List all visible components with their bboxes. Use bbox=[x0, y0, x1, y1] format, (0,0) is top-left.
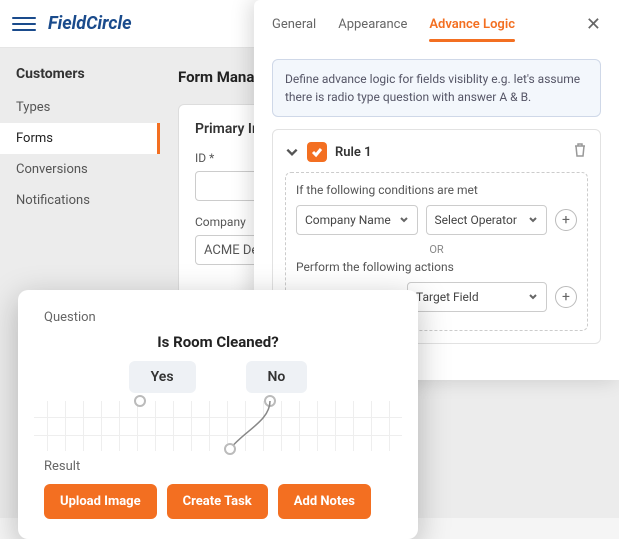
add-condition-button[interactable]: + bbox=[555, 209, 577, 231]
chevron-down-icon bbox=[399, 215, 409, 225]
tab-appearance[interactable]: Appearance bbox=[338, 17, 407, 42]
actions-title: Perform the following actions bbox=[296, 260, 577, 274]
trash-icon[interactable] bbox=[572, 142, 588, 162]
question-section-label: Question bbox=[44, 310, 392, 325]
upload-image-button[interactable]: Upload Image bbox=[44, 484, 157, 519]
tab-advance-logic[interactable]: Advance Logic bbox=[429, 17, 515, 42]
rule-checkbox[interactable] bbox=[307, 142, 327, 162]
answer-no[interactable]: No bbox=[246, 361, 308, 393]
conditions-title: If the following conditions are met bbox=[296, 183, 577, 197]
tab-general[interactable]: General bbox=[272, 17, 316, 42]
connector-dot bbox=[224, 443, 236, 455]
info-banner: Define advance logic for fields visiblit… bbox=[272, 59, 601, 117]
result-section-label: Result bbox=[44, 459, 392, 474]
question-card: Question Is Room Cleaned? Yes No Result … bbox=[18, 290, 418, 539]
brand-logo: FieldCircle bbox=[48, 13, 132, 34]
panel-tabs: General Appearance Advance Logic ✕ bbox=[254, 0, 619, 45]
operator-select-value: Select Operator bbox=[435, 213, 517, 227]
question-text: Is Room Cleaned? bbox=[44, 333, 392, 351]
sidebar-title: Customers bbox=[0, 56, 160, 92]
target-field-select[interactable]: Target Field bbox=[407, 282, 547, 312]
add-action-button[interactable]: + bbox=[555, 286, 577, 308]
close-icon[interactable]: ✕ bbox=[586, 14, 601, 45]
answer-yes[interactable]: Yes bbox=[129, 361, 196, 393]
or-label: OR bbox=[296, 243, 577, 256]
sidebar-item-notifications[interactable]: Notifications bbox=[0, 185, 160, 216]
chevron-down-icon[interactable] bbox=[285, 145, 299, 159]
target-field-value: Target Field bbox=[416, 290, 479, 304]
sidebar-item-conversions[interactable]: Conversions bbox=[0, 154, 160, 185]
field-select-value: Company Name bbox=[305, 213, 391, 227]
menu-icon[interactable] bbox=[12, 12, 36, 36]
chevron-down-icon bbox=[528, 215, 538, 225]
chevron-down-icon bbox=[528, 292, 538, 302]
rule-name: Rule 1 bbox=[335, 145, 372, 160]
sidebar-item-types[interactable]: Types bbox=[0, 92, 160, 123]
operator-select[interactable]: Select Operator bbox=[426, 205, 548, 235]
create-task-button[interactable]: Create Task bbox=[167, 484, 268, 519]
add-notes-button[interactable]: Add Notes bbox=[278, 484, 371, 519]
connector-line bbox=[34, 401, 402, 451]
flow-canvas bbox=[34, 401, 402, 451]
sidebar-item-forms[interactable]: Forms bbox=[0, 123, 160, 154]
field-select[interactable]: Company Name bbox=[296, 205, 418, 235]
